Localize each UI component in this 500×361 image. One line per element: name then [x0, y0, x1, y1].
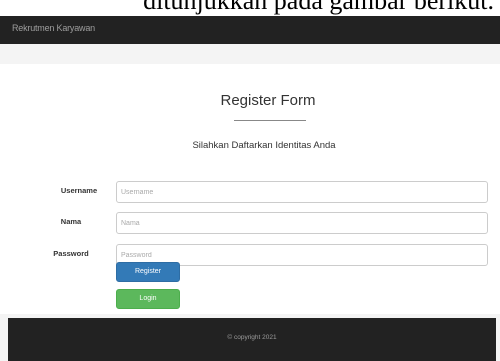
form-subtitle: Silahkan Daftarkan Identitas Anda: [192, 140, 336, 151]
nama-label: Nama: [60, 217, 82, 226]
title-divider: [234, 120, 306, 121]
register-form-panel: Register Form Silahkan Daftarkan Identit…: [0, 64, 500, 314]
username-field[interactable]: [116, 181, 488, 203]
login-button[interactable]: Login: [116, 289, 180, 309]
register-button[interactable]: Register: [116, 262, 180, 282]
page-title: Register Form: [220, 92, 316, 109]
navbar-brand[interactable]: Rekrutmen Karyawan: [12, 23, 95, 33]
app-window: Rekrutmen Karyawan Register Form Silahka…: [0, 16, 500, 361]
username-label: Username: [60, 186, 98, 195]
navbar: Rekrutmen Karyawan: [0, 16, 500, 44]
footer: © copyright 2021: [8, 318, 496, 361]
nama-field[interactable]: [116, 212, 488, 234]
copyright-text: © copyright 2021: [227, 334, 277, 341]
password-label: Password: [53, 249, 89, 258]
